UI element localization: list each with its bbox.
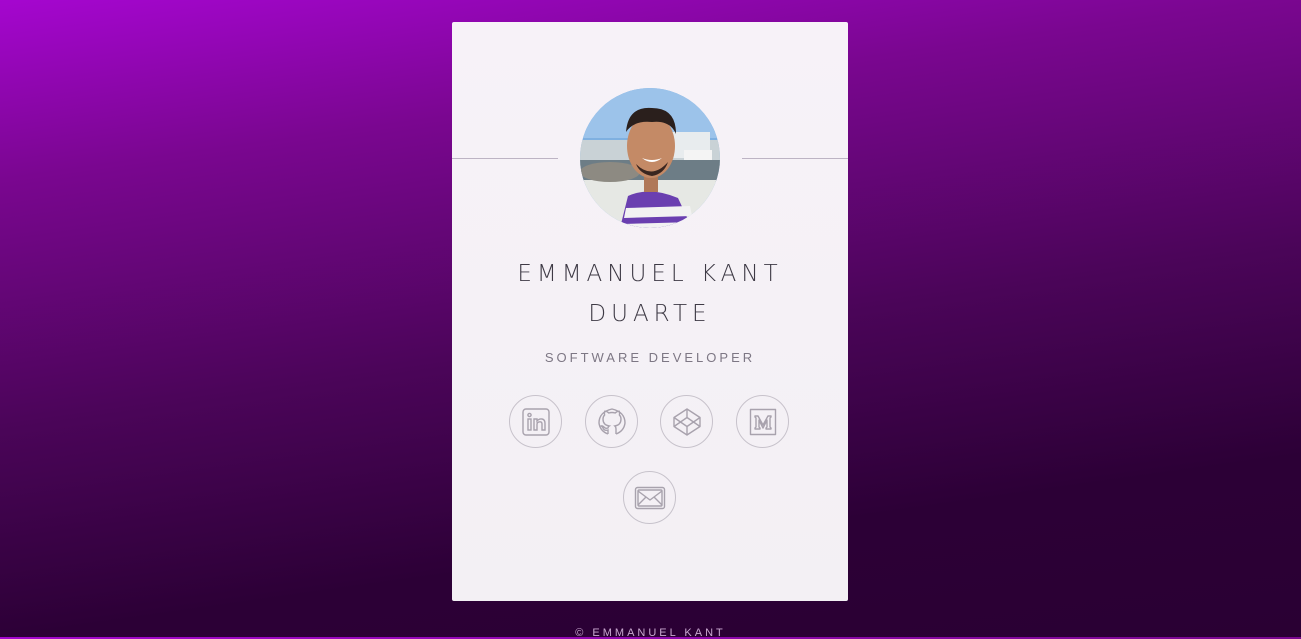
avatar <box>580 88 720 228</box>
divider-left <box>452 158 558 159</box>
codepen-link[interactable] <box>660 395 713 448</box>
medium-link[interactable] <box>736 395 789 448</box>
profile-role: SOFTWARE DEVELOPER <box>544 350 756 365</box>
github-link[interactable] <box>585 395 638 448</box>
profile-name-line1: EMMANUEL KANT <box>517 261 783 287</box>
divider-right <box>742 158 848 159</box>
profile-name-line2: DUARTE <box>588 301 712 327</box>
email-link[interactable] <box>623 471 676 524</box>
linkedin-link[interactable] <box>509 395 562 448</box>
profile-name: EMMANUEL KANT DUARTE <box>452 254 848 334</box>
profile-card: EMMANUEL KANT DUARTE SOFTWARE DEVELOPER <box>452 22 848 601</box>
footer-copyright: © EMMANUEL KANT <box>575 627 726 639</box>
